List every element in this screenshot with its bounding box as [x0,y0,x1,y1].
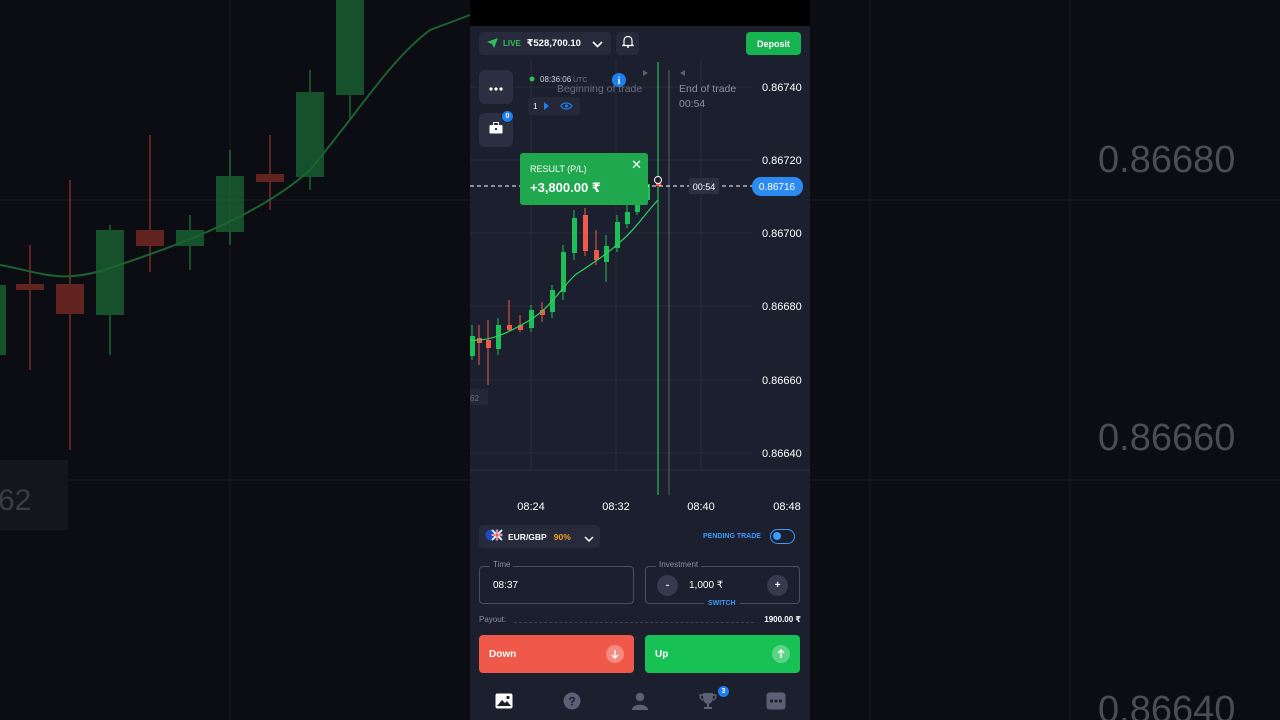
profile-icon[interactable] [630,691,650,711]
payout-divider [514,622,754,623]
down-label: Down [489,648,517,660]
y-tick-label: 0.86660 [762,375,802,387]
eu-gb-flag-icon [485,528,503,546]
deposit-button[interactable]: Deposit [746,32,801,55]
time-label: Time [490,560,514,569]
bg-price-label: 0.86680 [1098,139,1235,181]
y-tick-label: 0.86700 [762,228,802,240]
arrow-up-icon [772,645,790,663]
y-tick-label: 0.86740 [762,82,802,94]
current-price-text: 0.86716 [759,182,796,193]
time-value: 08:37 [493,580,519,591]
trade-counter-chip[interactable]: 1 [528,97,580,115]
trade-entry-marker [654,176,662,184]
bg-price-label: 0.86660 [1098,417,1235,459]
trophy-icon[interactable] [698,691,718,711]
more-menu-button[interactable] [479,70,513,104]
pending-trade-toggle[interactable] [770,529,795,544]
price-chart[interactable]: 00:54 0.86716 0.86740 0.86720 0.86700 0.… [470,60,810,530]
up-label: Up [655,648,669,660]
info-icon[interactable]: i [612,73,626,87]
trophy-badge: 3 [717,685,730,698]
result-value: +3,800.00 ₹ [530,180,601,195]
y-tick-label: 0.86680 [762,301,802,313]
beginning-of-trade-label: Beginning of trade [557,83,642,95]
up-button[interactable]: Up [645,635,800,673]
trade-count: 1 [533,102,538,111]
decrease-investment-button[interactable]: - [657,575,678,596]
increase-investment-button[interactable]: + [767,575,788,596]
payout-label: Payout: [479,615,507,624]
x-tick-label: 08:32 [602,501,630,513]
top-bar: LIVE ₹528,700.10 Deposit [470,26,810,60]
left-edge-label: 62 [470,394,479,403]
bell-icon [621,35,634,53]
chart-picture-icon[interactable] [494,691,514,711]
account-mode: LIVE [503,39,521,48]
chat-icon[interactable] [766,691,786,711]
live-dot-icon [529,76,535,82]
investment-field[interactable]: Investment - 1,000 ₹ + SWITCH [645,560,800,607]
x-tick-label: 08:40 [687,501,715,513]
x-tick-label: 08:48 [773,501,801,513]
payout-value: 1900.00 ₹ [764,615,801,624]
result-label: RESULT (P/L) [530,164,587,174]
bg-price-label: 0.86640 [1098,689,1235,720]
asset-selector[interactable]: EUR/GBP 90% [479,525,600,548]
help-icon[interactable]: ? [562,691,582,711]
countdown-tag-text: 00:54 [693,182,716,192]
phone-screen: LIVE ₹528,700.10 Deposit 00:54 0.86716 0… [470,0,810,720]
account-selector[interactable]: LIVE ₹528,700.10 [479,32,611,55]
toggle-knob [773,532,781,540]
x-tick-label: 08:24 [517,501,545,513]
more-dots-icon [489,78,503,96]
chevron-down-icon [584,531,594,549]
arrow-down-icon [606,645,624,663]
close-icon[interactable]: ✕ [631,157,642,173]
account-balance: ₹528,700.10 [526,38,581,49]
portfolio-badge: 0 [501,110,514,123]
chevron-down-icon [592,37,603,55]
investment-value: 1,000 ₹ [689,580,724,591]
briefcase-icon [489,121,503,139]
status-bar [470,0,810,26]
asset-name: EUR/GBP [508,531,547,542]
bg-corner-label: 62 [0,484,31,517]
svg-text:i: i [618,76,621,87]
bottom-nav: ? 3 [470,683,810,720]
y-tick-label: 0.86640 [762,448,802,460]
switch-button[interactable]: SWITCH [704,600,740,607]
end-of-trade-countdown: 00:54 [679,98,705,110]
down-button[interactable]: Down [479,635,634,673]
paper-plane-icon [487,35,498,53]
y-tick-label: 0.86720 [762,155,802,167]
end-of-trade-label: End of trade [679,83,736,95]
asset-payout-percent: 90% [553,531,571,542]
time-field[interactable]: Time 08:37 [479,560,634,604]
result-popup: RESULT (P/L) +3,800.00 ₹ ✕ [520,153,648,205]
portfolio-button[interactable]: 0 [479,110,514,147]
investment-label: Investment [656,560,702,569]
svg-text:?: ? [568,695,575,709]
notifications-button[interactable] [616,32,639,55]
pending-trade-label: PENDING TRADE [703,533,761,540]
